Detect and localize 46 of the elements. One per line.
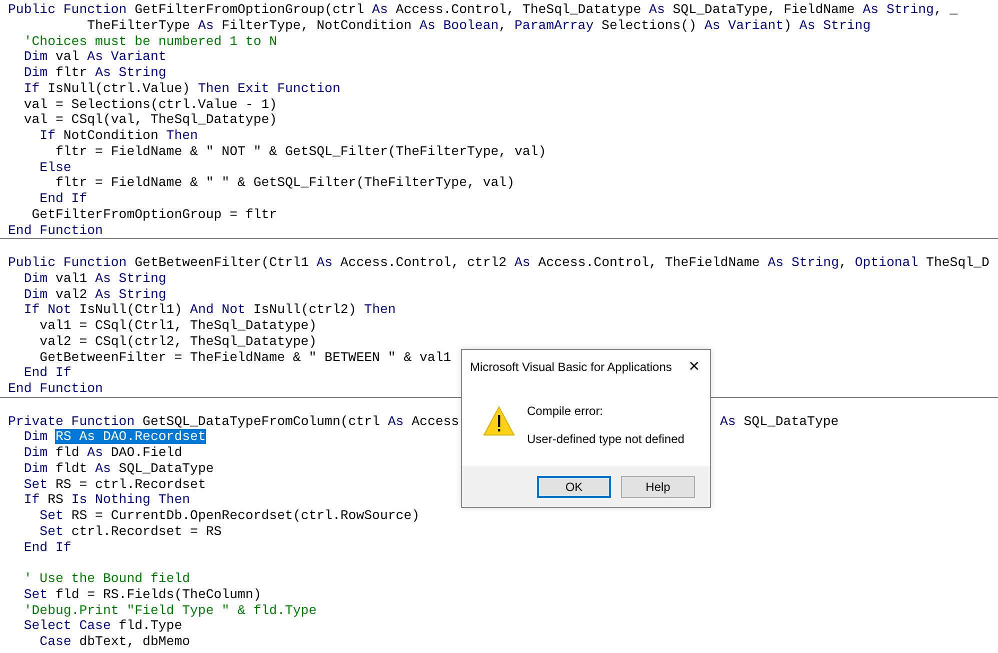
code-line: Dim val As Variant — [22, 49, 166, 65]
code-line: TheFilterType As FilterType, NotCondition As Boolean, ParamArray Selections() As Variant) As String — [86, 18, 871, 34]
dialog-button[interactable]: Help — [621, 476, 695, 498]
dialog-button[interactable]: OK — [537, 476, 611, 498]
code-line: Public Function GetBetweenFilter(Ctrl1 As Access.Control, ctrl2 As Access.Control, TheFieldName As String, Optional TheSql_D — [8, 255, 990, 271]
code-line: End If — [38, 191, 88, 207]
code-line: Set RS = CurrentDb.OpenRecordset(ctrl.RowSource) — [38, 508, 420, 524]
code-line: Select Case fld.Type — [22, 618, 182, 634]
code-line: Dim RS As DAO.Recordset — [22, 429, 206, 445]
code-line: ' Use the Bound field — [22, 571, 190, 587]
code-line: Dim val2 As String — [22, 286, 166, 302]
code-line: End Function — [8, 222, 103, 238]
code-line: Private Function GetSQL_DataTypeFromColumn(ctrl As Access — [8, 414, 460, 430]
code-line: End Function — [8, 381, 103, 397]
code-line: val = CSql(val, TheSql_Datatype) — [22, 112, 278, 128]
code-line: If NotCondition Then — [38, 128, 198, 144]
code-line: Set ctrl.Recordset = RS — [38, 524, 222, 540]
code-line: Dim fldt As SQL_DataType — [22, 460, 214, 476]
code-line: fltr = FieldName & " NOT " & GetSQL_Filter(TheFilterType, val) — [54, 144, 546, 160]
code-line: End If — [22, 365, 72, 381]
code-line: 'Debug.Print "Field Type " & fld.Type — [22, 602, 317, 618]
code-line: Set fld = RS.Fields(TheColumn) — [22, 586, 262, 602]
code-line: If RS Is Nothing Then — [22, 492, 190, 508]
code-line: GetFilterFromOptionGroup = fltr — [30, 206, 278, 222]
code-line: Public Function GetFilterFromOptionGroup(ctrl As Access.Control, TheSql_Datatype As SQL_DataType, FieldName As String, _ — [8, 2, 958, 18]
code-line: If Not IsNull(Ctrl1) And Not IsNull(ctrl2) Then — [22, 302, 396, 318]
code-line: Dim val1 As String — [22, 270, 166, 286]
code-line: Set RS = ctrl.Recordset — [22, 476, 206, 492]
code-line: val2 = CSql(ctrl2, TheSql_Datatype) — [38, 334, 317, 350]
code-line: val = Selections(ctrl.Value - 1) — [22, 96, 278, 112]
code-line: val1 = CSql(Ctrl1, TheSql_Datatype) — [38, 318, 317, 334]
code-line: fltr = FieldName & " " & GetSQL_Filter(TheFilterType, val) — [54, 175, 514, 191]
code-line: End If — [22, 540, 72, 556]
code-line: Else — [38, 160, 72, 176]
code-line: Dim fld As DAO.Field — [22, 445, 182, 461]
dialog-title: Microsoft Visual Basic for Applications — [470, 360, 672, 374]
code-line: 'Choices must be numbered 1 to N — [22, 34, 278, 50]
close-button[interactable]: ✕ — [686, 359, 702, 375]
code-line: As SQL_DataType — [720, 414, 839, 430]
code-line: Dim fltr As String — [22, 65, 166, 81]
warning-icon — [483, 406, 515, 436]
error-heading: Compile error: — [527, 404, 604, 418]
code-line: If IsNull(ctrl.Value) Then Exit Function — [22, 80, 340, 96]
code-line: GetBetweenFilter = TheFieldName & " BETWEEN " & val1 — [38, 350, 452, 366]
error-message: User-defined type not defined — [527, 432, 684, 446]
code-line: Case dbText, dbMemo — [38, 634, 190, 650]
